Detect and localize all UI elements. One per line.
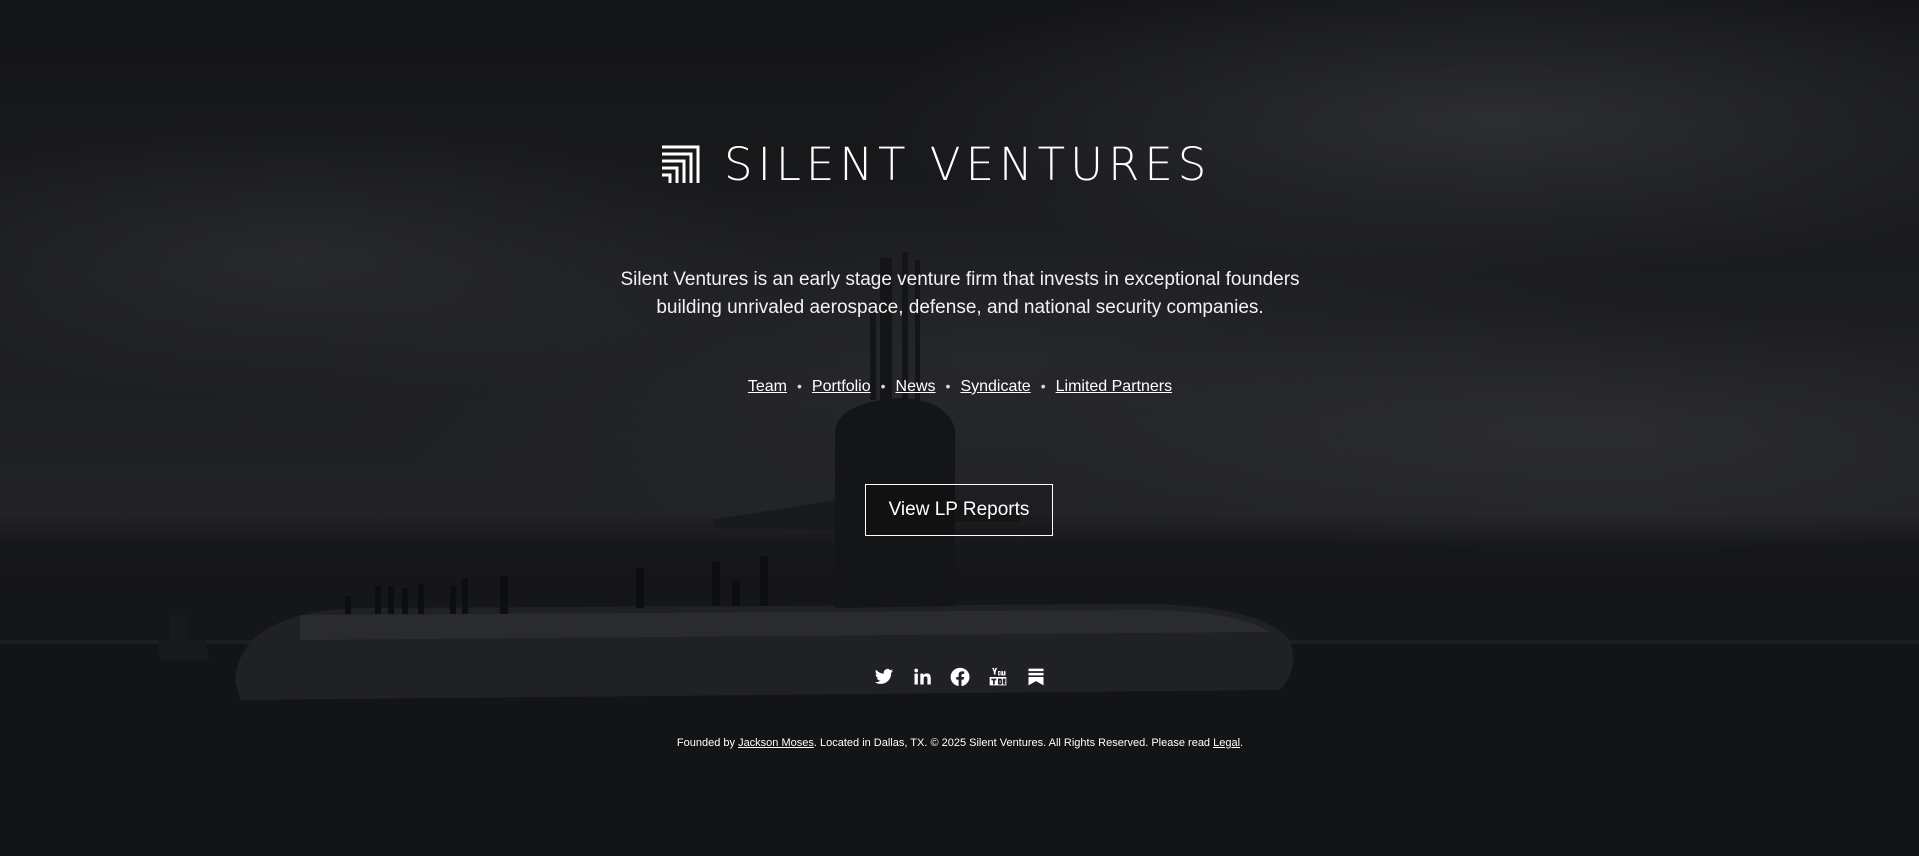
nav-link-limited-partners[interactable]: Limited Partners <box>1056 378 1173 395</box>
nav-link-portfolio[interactable]: Portfolio <box>812 378 871 395</box>
facebook-icon[interactable] <box>949 666 971 688</box>
tagline: Silent Ventures is an early stage ventur… <box>560 266 1360 322</box>
tagline-line-1: Silent Ventures is an early stage ventur… <box>620 269 1300 290</box>
logo-mark-icon <box>662 145 700 183</box>
nav-separator: • <box>797 378 802 394</box>
legal-link[interactable]: Legal <box>1213 737 1240 749</box>
youtube-icon[interactable] <box>987 666 1009 688</box>
nav-link-team[interactable]: Team <box>748 378 787 395</box>
linkedin-icon[interactable] <box>911 666 933 688</box>
tagline-line-2: building unrivaled aerospace, defense, a… <box>656 297 1264 318</box>
footer-suffix: . <box>1240 737 1244 749</box>
founder-link[interactable]: Jackson Moses <box>738 737 814 749</box>
main-nav: Team • Portfolio • News • Syndicate • Limited Pa… <box>560 375 1360 398</box>
footer-prefix: Founded by <box>676 737 739 749</box>
hero-content: SILENT VENTURES Silent Ventures is an ea… <box>0 0 1919 856</box>
view-lp-reports-button[interactable]: View LP Reports <box>865 484 1053 536</box>
nav-link-news[interactable]: News <box>896 378 936 395</box>
brand-name: SILENT VENTURES <box>724 138 1212 191</box>
nav-separator: • <box>880 378 886 394</box>
nav-separator: • <box>945 378 951 394</box>
nav-separator: • <box>1040 378 1046 394</box>
footer-middle: . Located in Dallas, TX. © 2025 Silent V… <box>813 737 1214 749</box>
brand-logo[interactable]: SILENT VENTURES <box>660 142 1260 188</box>
twitter-icon[interactable] <box>873 666 895 688</box>
social-links <box>860 666 1060 692</box>
footer-text: Founded by Jackson Moses. Located in Dal… <box>460 735 1460 751</box>
substack-icon[interactable] <box>1025 666 1047 688</box>
nav-link-syndicate[interactable]: Syndicate <box>960 378 1030 395</box>
hero-section: SILENT VENTURES Silent Ventures is an ea… <box>0 0 1919 856</box>
